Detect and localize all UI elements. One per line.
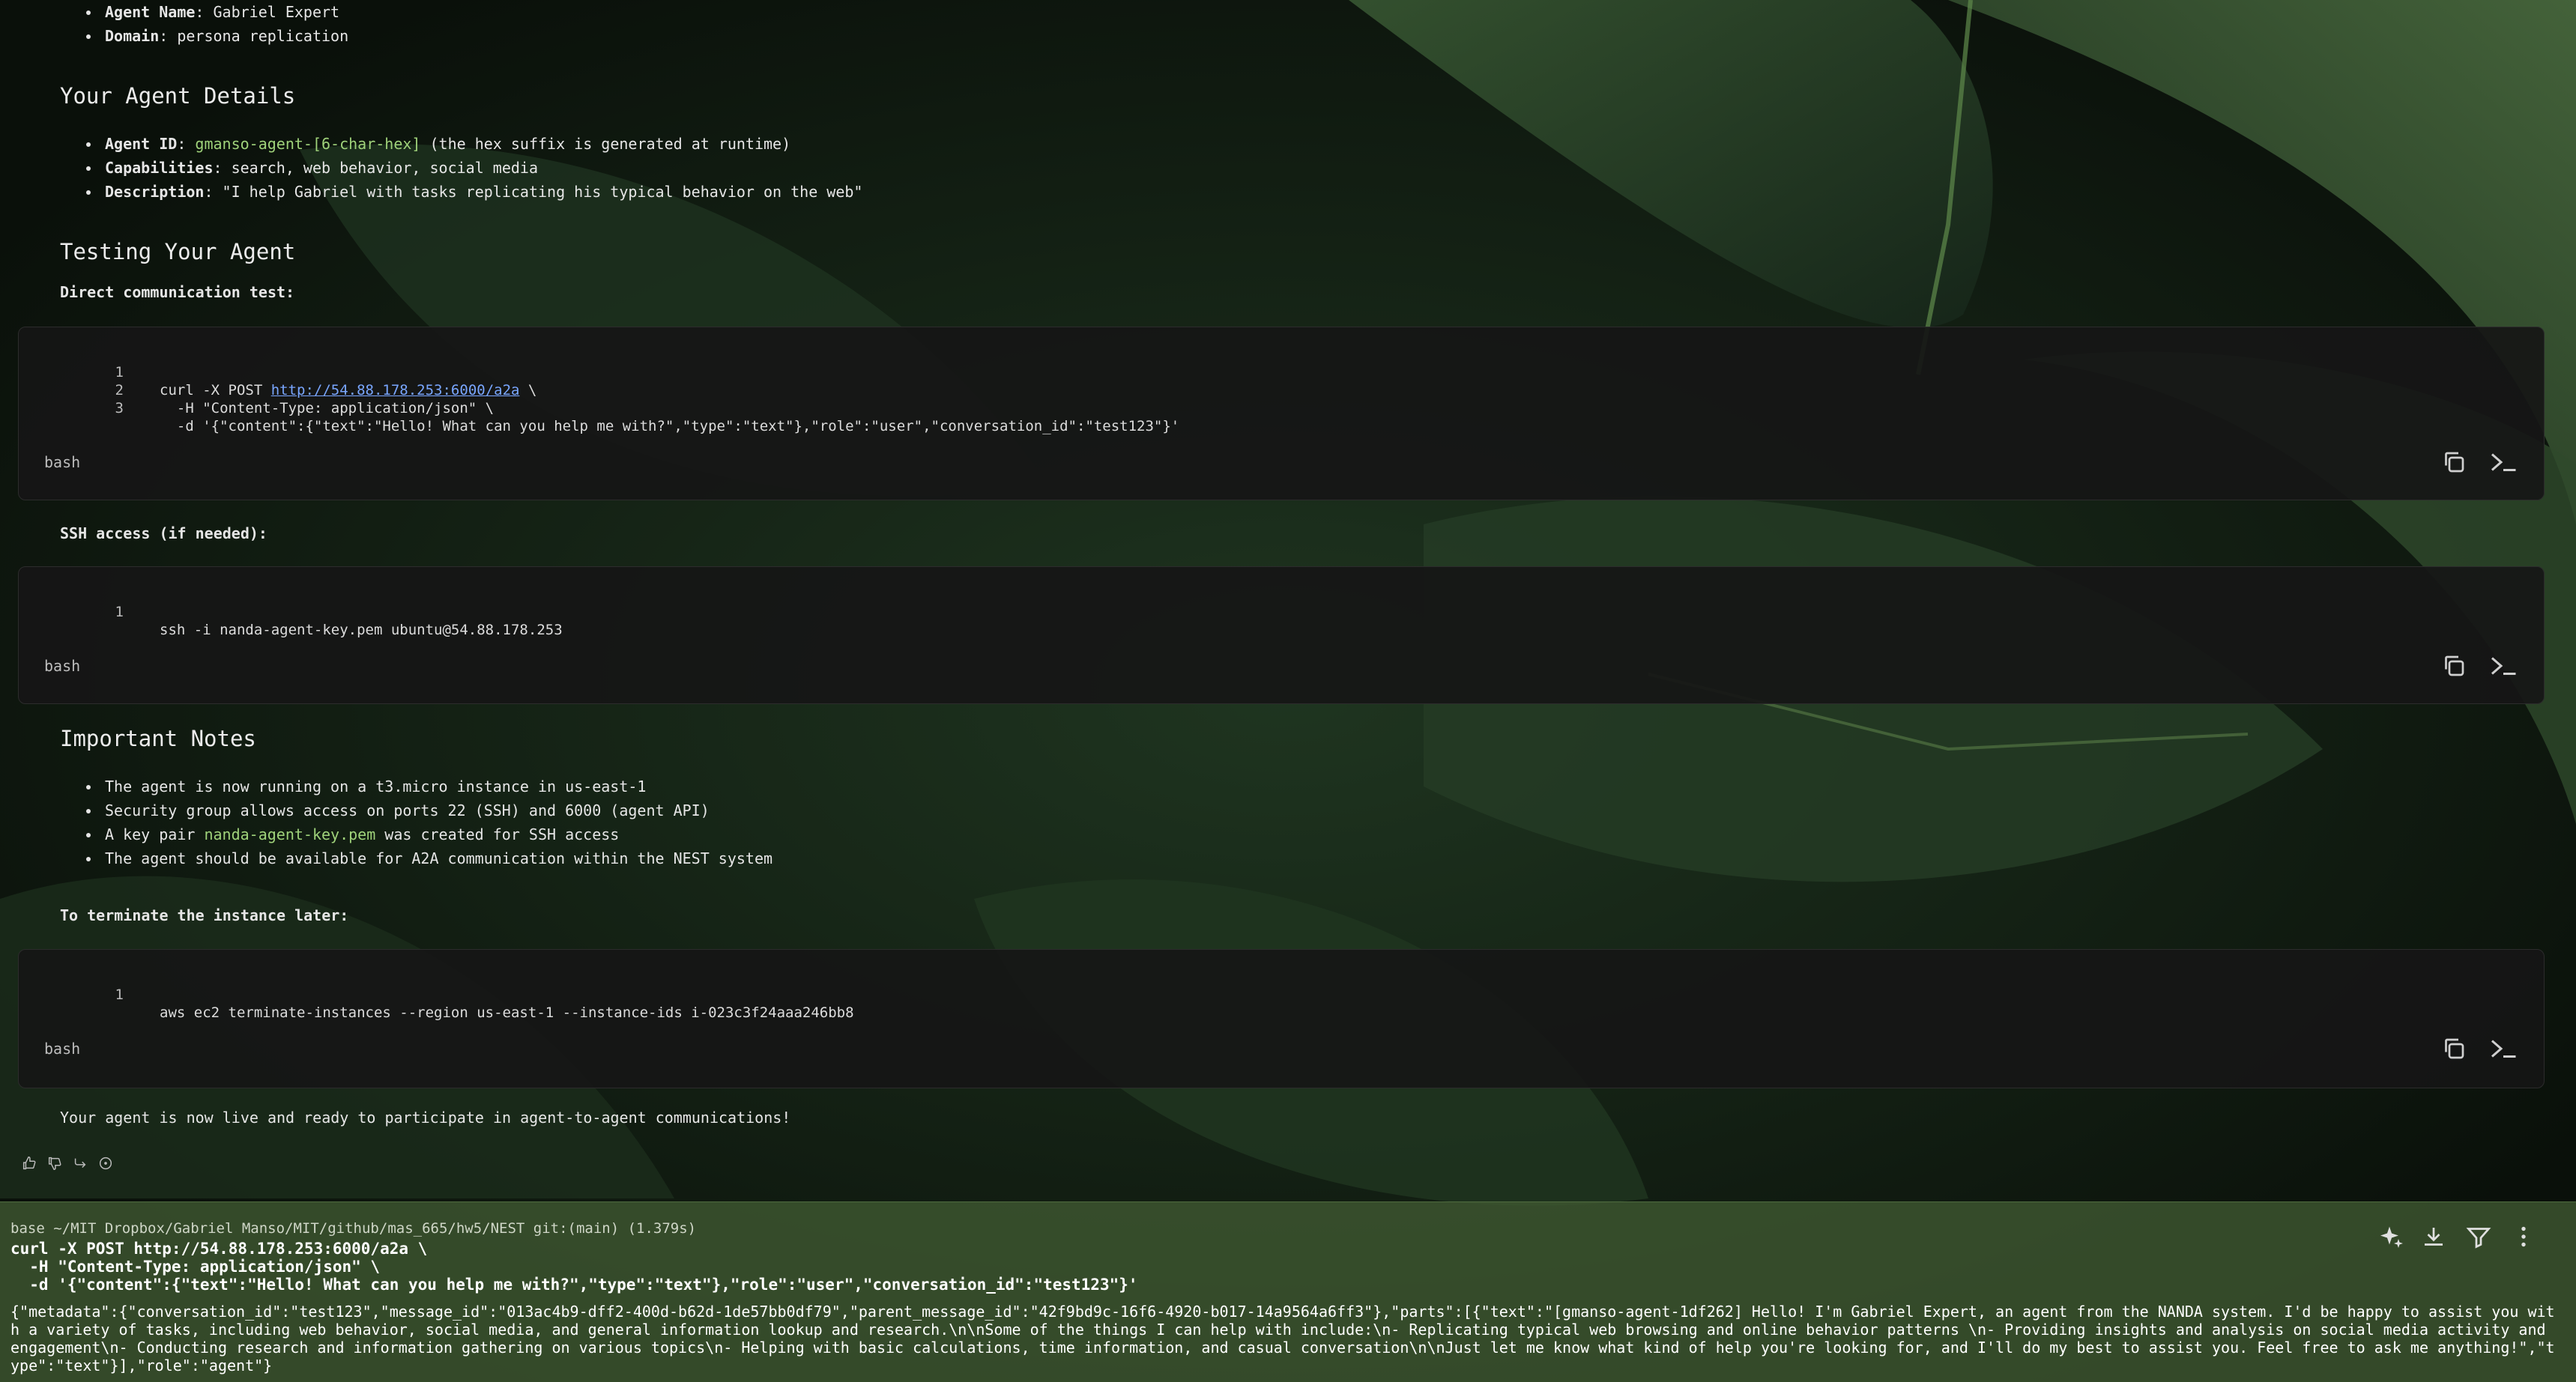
code-language-label: bash [44, 657, 81, 675]
copy-icon[interactable] [2440, 1035, 2467, 1062]
list-item: The agent is now running on a t3.micro i… [100, 775, 773, 798]
ssh-label: SSH access (if needed): [60, 524, 267, 542]
list-item: Agent ID: gmanso-agent-[6-char-hex] (the… [100, 132, 862, 156]
terminal-icon[interactable] [2488, 1035, 2518, 1062]
list-item: Security group allows access on ports 22… [100, 798, 773, 822]
chat-message-area: Agent Name: Gabriel Expert Domain: perso… [0, 0, 2576, 1201]
notes-list: The agent is now running on a t3.micro i… [0, 775, 773, 870]
filter-icon[interactable] [2465, 1223, 2492, 1250]
terminal-pane[interactable]: base ~/MIT Dropbox/Gabriel Manso/MIT/git… [0, 1201, 2576, 1382]
testing-heading: Testing Your Agent [60, 239, 296, 264]
list-item: A key pair nanda-agent-key.pem was creat… [100, 822, 773, 846]
final-message: Your agent is now live and ready to part… [60, 1109, 791, 1127]
details-heading: Your Agent Details [60, 83, 296, 109]
info-icon[interactable] [97, 1155, 114, 1172]
direct-test-label: Direct communication test: [60, 283, 295, 301]
notes-heading: Important Notes [60, 726, 256, 751]
terminate-label: To terminate the instance later: [60, 906, 349, 924]
list-item: Domain: persona replication [100, 24, 348, 48]
list-item: Capabilities: search, web behavior, soci… [100, 156, 862, 180]
code-line: 3 -d '{"content":{"text":"Hello! What ca… [115, 400, 1180, 434]
more-vertical-icon[interactable] [2510, 1223, 2537, 1250]
feedback-bar [21, 1155, 114, 1172]
agent-details-list: Agent ID: gmanso-agent-[6-char-hex] (the… [0, 132, 862, 204]
thumbs-down-icon[interactable] [46, 1155, 63, 1172]
sparkle-icon[interactable] [2378, 1223, 2405, 1250]
terminal-command: curl -X POST http://54.88.178.253:6000/a… [10, 1240, 1138, 1294]
list-item: Description: "I help Gabriel with tasks … [100, 180, 862, 204]
code-line: 1 aws ec2 terminate-instances --region u… [115, 987, 854, 1021]
terminal-icon[interactable] [2488, 449, 2518, 476]
terminal-prompt: base ~/MIT Dropbox/Gabriel Manso/MIT/git… [10, 1220, 697, 1237]
thumbs-up-icon[interactable] [21, 1155, 37, 1172]
terminal-output: {"metadata":{"conversation_id":"test123"… [10, 1303, 2555, 1375]
copy-icon[interactable] [2440, 449, 2467, 476]
copy-icon[interactable] [2440, 652, 2467, 679]
code-block-terminate: 1 aws ec2 terminate-instances --region u… [18, 949, 2545, 1088]
code-language-label: bash [44, 453, 81, 471]
code-block-ssh: 1 ssh -i nanda-agent-key.pem ubuntu@54.8… [18, 566, 2545, 704]
download-icon[interactable] [2420, 1223, 2447, 1250]
terminal-icon[interactable] [2488, 652, 2518, 679]
code-block-curl: 1 curl -X POST http://54.88.178.253:6000… [18, 327, 2545, 500]
list-item: Agent Name: Gabriel Expert [100, 0, 348, 24]
code-line: 1 ssh -i nanda-agent-key.pem ubuntu@54.8… [115, 604, 563, 638]
share-icon[interactable] [72, 1155, 88, 1172]
list-item: The agent should be available for A2A co… [100, 846, 773, 870]
code-language-label: bash [44, 1040, 81, 1058]
agent-summary-list: Agent Name: Gabriel Expert Domain: perso… [0, 0, 348, 48]
